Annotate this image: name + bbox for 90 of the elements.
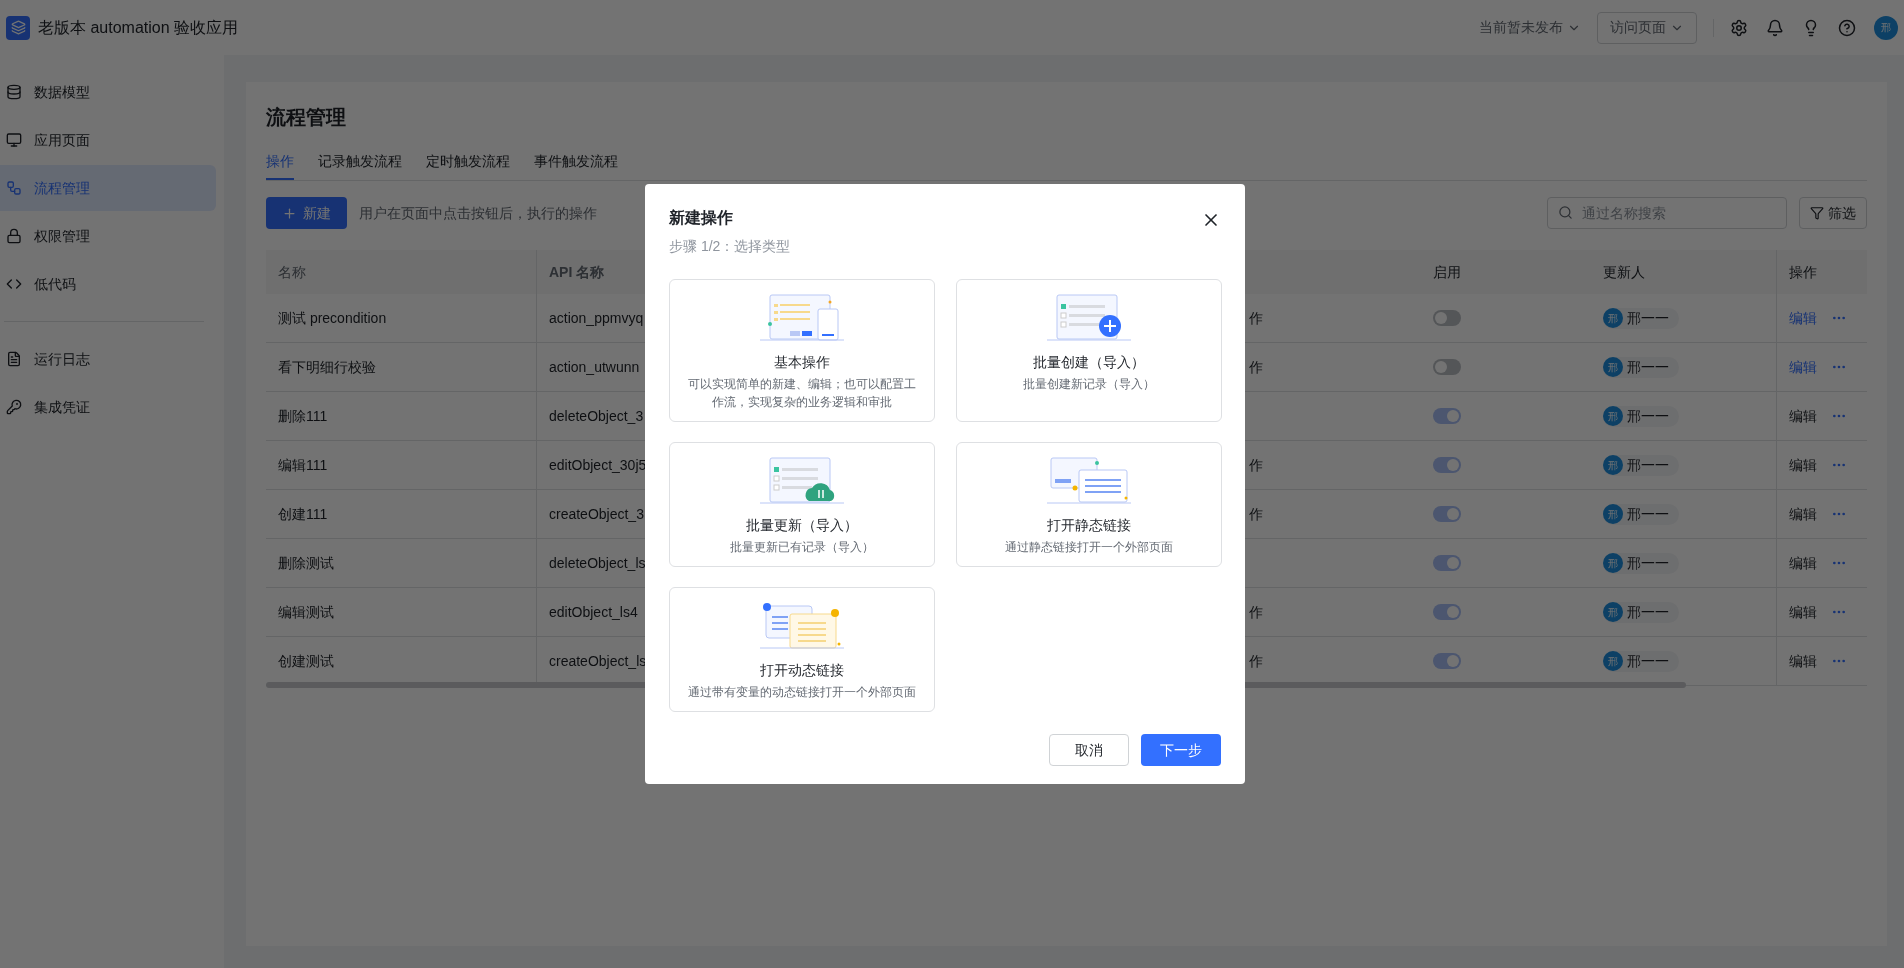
table-cell-text: 创建测试 — [277, 651, 335, 671]
type-card[interactable]: 批量更新（导入） 批量更新已有记录（导入） — [669, 442, 935, 567]
table-cell-text: 看下明细行校验 — [277, 357, 377, 377]
card-title: 基本操作 — [774, 353, 830, 372]
new-button[interactable]: 新建 — [266, 197, 347, 229]
card-description: 通过静态链接打开一个外部页面 — [1005, 539, 1173, 556]
hint-text: 用户在页面中点击按钮后，执行的操作 — [359, 203, 597, 223]
table-cell-text: 作 — [1248, 455, 1263, 475]
flow-icon — [6, 180, 22, 196]
toggle-switch[interactable] — [1433, 310, 1461, 326]
cancel-button[interactable]: 取消 — [1049, 734, 1129, 766]
status-dropdown[interactable]: 当前暂未发布 — [1479, 17, 1581, 38]
card-description: 可以实现简单的新建、编辑；也可以配置工作流，实现复杂的业务逻辑和审批 — [687, 376, 917, 411]
next-button[interactable]: 下一步 — [1141, 734, 1221, 766]
lock-icon — [6, 228, 22, 244]
modal-title: 新建操作 — [669, 208, 734, 228]
user-avatar: 邢 — [1603, 357, 1623, 377]
sidebar-item[interactable]: 数据模型 — [0, 69, 216, 115]
card-title: 打开动态链接 — [760, 661, 844, 680]
user-avatar: 邢 — [1603, 504, 1623, 524]
sidebar-item[interactable]: 权限管理 — [0, 213, 216, 259]
user-avatar: 邢 — [1603, 553, 1623, 573]
card-description: 批量更新已有记录（导入） — [730, 539, 874, 556]
database-icon — [6, 84, 22, 100]
type-card[interactable]: 打开静态链接 通过静态链接打开一个外部页面 — [956, 442, 1222, 567]
filter-button[interactable]: 筛选 — [1799, 197, 1867, 229]
key-icon — [6, 399, 22, 415]
user-name: 邢一一 — [1627, 651, 1669, 671]
monitor-icon — [6, 132, 22, 148]
modal-subtitle: 步骤 1/2：选择类型 — [669, 237, 792, 256]
type-card[interactable]: 打开动态链接 通过带有变量的动态链接打开一个外部页面 — [669, 587, 935, 712]
table-cell-text: 作 — [1248, 308, 1263, 328]
search-icon — [1558, 205, 1573, 220]
page-title: 流程管理 — [266, 105, 347, 130]
tab[interactable]: 记录触发流程 — [318, 144, 402, 180]
column-header: 启用 — [1432, 262, 1462, 282]
visit-page-button[interactable]: 访问页面 — [1597, 11, 1697, 44]
card-title: 批量更新（导入） — [746, 516, 858, 535]
card-description: 通过带有变量的动态链接打开一个外部页面 — [688, 684, 916, 701]
user-avatar: 邢 — [1603, 602, 1623, 622]
user-name: 邢一一 — [1627, 406, 1669, 426]
edit-link[interactable]: 编辑 — [1789, 356, 1817, 378]
card-description: 批量创建新记录（导入） — [1023, 376, 1155, 393]
app-logo-icon — [6, 15, 30, 40]
plus-icon — [282, 205, 297, 221]
app-title: 老版本 automation 验收应用 — [38, 17, 239, 38]
user-avatar: 邢 — [1603, 455, 1623, 475]
table-cell-text: 删除111 — [277, 406, 329, 426]
user-avatar: 邢 — [1603, 651, 1623, 671]
table-cell-text: 作 — [1248, 357, 1263, 377]
user-name: 邢一一 — [1627, 504, 1669, 524]
help-icon[interactable] — [1838, 18, 1856, 37]
card-title: 打开静态链接 — [1047, 516, 1131, 535]
settings-icon[interactable] — [1730, 18, 1748, 37]
sidebar-item[interactable]: 低代码 — [0, 261, 216, 307]
document-icon — [6, 351, 22, 367]
filter-icon — [1810, 206, 1824, 220]
table-cell-text: 创建111 — [277, 504, 329, 524]
sidebar-item[interactable]: 流程管理 — [0, 165, 216, 211]
user-avatar: 邢 — [1603, 406, 1623, 426]
column-header: 操作 — [1776, 250, 1867, 294]
toggle-switch[interactable] — [1433, 359, 1461, 375]
user-avatar: 邢 — [1603, 308, 1623, 328]
table-cell-text: 作 — [1248, 602, 1263, 622]
column-header: 更新人 — [1602, 262, 1646, 282]
type-card[interactable]: 基本操作 可以实现简单的新建、编辑；也可以配置工作流，实现复杂的业务逻辑和审批 — [669, 279, 935, 422]
sidebar-item[interactable]: 集成凭证 — [0, 384, 216, 430]
tab[interactable]: 操作 — [266, 144, 294, 180]
column-header: 名称 — [277, 262, 307, 282]
user-name: 邢一一 — [1627, 308, 1669, 328]
table-cell-text: 编辑测试 — [277, 602, 335, 622]
user-name: 邢一一 — [1627, 455, 1669, 475]
table-cell-text: 作 — [1248, 504, 1263, 524]
user-name: 邢一一 — [1627, 602, 1669, 622]
tab[interactable]: 事件触发流程 — [534, 144, 618, 180]
code-icon — [6, 276, 22, 292]
type-card[interactable]: 批量创建（导入） 批量创建新记录（导入） — [956, 279, 1222, 422]
card-title: 批量创建（导入） — [1033, 353, 1145, 372]
edit-link[interactable]: 编辑 — [1789, 307, 1817, 329]
table-cell-text: 编辑111 — [277, 455, 329, 475]
user-name: 邢一一 — [1627, 553, 1669, 573]
sidebar-item[interactable]: 应用页面 — [0, 117, 216, 163]
sidebar-item[interactable]: 运行日志 — [0, 336, 216, 382]
table-cell-text: 测试 precondition — [277, 308, 388, 328]
tab[interactable]: 定时触发流程 — [426, 144, 510, 180]
bell-icon[interactable] — [1766, 18, 1784, 37]
user-name: 邢一一 — [1627, 357, 1669, 377]
user-avatar[interactable]: 邢 — [1874, 15, 1898, 40]
table-cell-text: 删除测试 — [277, 553, 335, 573]
table-cell-text: 作 — [1248, 651, 1263, 671]
